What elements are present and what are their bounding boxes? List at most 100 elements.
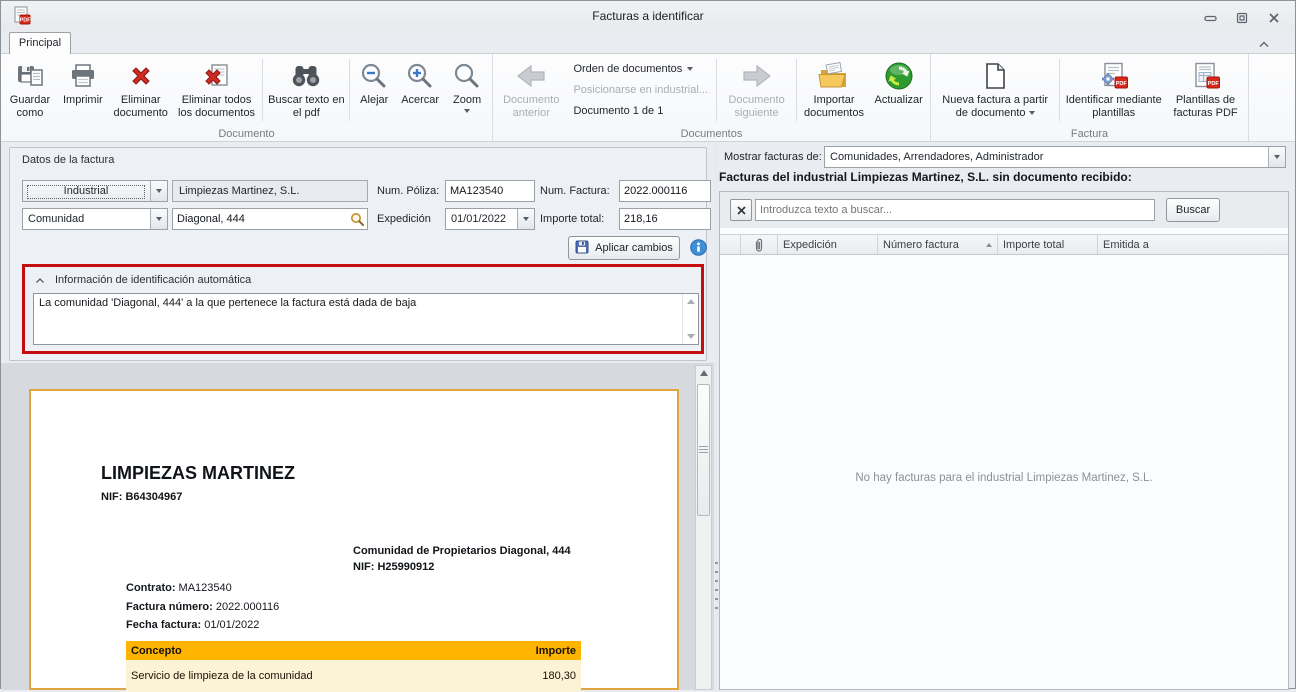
ribbon-group-documento: Guardar como Imprimir Eliminar documento… [1, 54, 493, 141]
section-title: Información de identificación automática [55, 274, 252, 286]
documento-siguiente-button[interactable]: Documento siguiente [719, 56, 793, 124]
save-as-icon [15, 58, 45, 94]
plantillas-pdf-button[interactable]: PDF Plantillas de facturas PDF [1165, 56, 1246, 124]
info-automatica-message-box[interactable]: La comunidad 'Diagonal, 444' a la que pe… [33, 293, 699, 345]
imprimir-button[interactable]: Imprimir [57, 56, 109, 124]
refresh-icon [883, 58, 915, 94]
expedicion-column-header[interactable]: Expedición [778, 235, 878, 254]
identificar-plantillas-button[interactable]: PDF Identificar mediante plantillas [1062, 56, 1165, 124]
datos-factura-groupbox: Datos de la factura Industrial Limpiezas… [9, 147, 711, 361]
num-poliza-input[interactable] [445, 180, 535, 202]
clear-x-icon [736, 205, 746, 215]
selector-label: Comunidad [28, 213, 85, 225]
app-window: PDF Facturas a identificar Principal Gua… [0, 0, 1296, 692]
mostrar-facturas-combobox[interactable]: Comunidades, Arrendadores, Administrador [824, 146, 1286, 168]
button-label: Eliminar documento [113, 94, 168, 119]
scrollbar-thumb[interactable] [697, 384, 710, 516]
num-factura-input[interactable] [619, 180, 711, 202]
grid-header-row: Expedición Número factura Importe total … [720, 234, 1288, 255]
comunidad-input[interactable] [173, 209, 349, 229]
buscar-button[interactable]: Buscar [1166, 198, 1220, 222]
industrial-selector[interactable]: Industrial [22, 180, 168, 202]
info-icon[interactable] [690, 239, 707, 259]
chevron-down-icon [156, 189, 162, 193]
toolbar-separator [262, 59, 264, 121]
concepto-header: Concepto [131, 644, 182, 657]
scroll-up-icon[interactable] [699, 370, 708, 376]
actualizar-button[interactable]: Actualizar [869, 56, 928, 124]
industrial-name-field: Limpiezas Martinez, S.L. [172, 180, 368, 202]
attachment-column-header[interactable] [741, 235, 778, 254]
importar-documentos-button[interactable]: Importar documentos [799, 56, 870, 124]
orden-documentos-dropdown[interactable]: Orden de documentos [573, 59, 708, 79]
column-label: Expedición [783, 238, 837, 251]
binoculars-icon [289, 58, 323, 94]
emitida-a-column-header[interactable]: Emitida a [1098, 235, 1290, 254]
invoice-client-nif: NIF: H25990912 [353, 561, 435, 573]
facturas-panel: Mostrar facturas de: Comunidades, Arrend… [719, 142, 1296, 690]
num-factura-label: Num. Factura: [540, 185, 610, 197]
search-input[interactable] [755, 199, 1155, 221]
ribbon-collapse-button[interactable] [1255, 37, 1273, 50]
acercar-button[interactable]: Acercar [396, 56, 444, 124]
dropdown-arrow-button[interactable] [1268, 147, 1285, 167]
groupbox-title: Datos de la factura [22, 154, 115, 166]
importe-total-input[interactable] [619, 208, 711, 230]
buscar-texto-button[interactable]: Buscar texto en el pdf [265, 56, 347, 124]
importe-total-column-header[interactable]: Importe total [998, 235, 1098, 254]
restore-button[interactable] [1231, 9, 1253, 27]
close-icon [1269, 13, 1279, 23]
documento-anterior-button[interactable]: Documento anterior [495, 56, 567, 124]
button-label: Nueva factura a partir de documento [942, 94, 1049, 119]
eliminar-todos-button[interactable]: Eliminar todos los documentos [173, 56, 261, 124]
alejar-button[interactable]: Alejar [352, 56, 396, 124]
ribbon-toolbar: Guardar como Imprimir Eliminar documento… [1, 53, 1295, 142]
guardar-como-button[interactable]: Guardar como [3, 56, 57, 124]
button-label: Eliminar todos los documentos [178, 94, 256, 119]
dropdown-arrow-button[interactable] [517, 209, 534, 229]
message-scrollbar[interactable] [682, 294, 698, 344]
preview-scrollbar[interactable] [695, 365, 712, 690]
dropdown-arrow-button[interactable] [150, 209, 167, 229]
tab-principal[interactable]: Principal [9, 32, 71, 54]
invoice-company-name: LIMPIEZAS MARTINEZ [101, 463, 295, 483]
invoice-client-name: Comunidad de Propietarios Diagonal, 444 [353, 545, 571, 557]
svg-text:PDF: PDF [1115, 81, 1127, 87]
clear-search-button[interactable] [730, 199, 752, 221]
minimize-button[interactable] [1199, 9, 1221, 27]
aplicar-cambios-button[interactable]: Aplicar cambios [568, 236, 680, 260]
contract-label: Contrato: [126, 582, 176, 594]
numero-factura-column-header[interactable]: Número factura [878, 235, 998, 254]
dropdown-arrow-button[interactable] [150, 181, 167, 201]
invoice-number-label: Factura número: [126, 600, 213, 613]
zoom-button[interactable]: Zoom [444, 56, 490, 124]
comunidad-selector[interactable]: Comunidad [22, 208, 168, 230]
facturas-heading: Facturas del industrial Limpiezas Martin… [719, 170, 1132, 184]
tab-strip: Principal [1, 31, 1295, 54]
combobox-value: Comunidades, Arrendadores, Administrador [830, 151, 1044, 163]
close-button[interactable] [1263, 9, 1285, 27]
search-lookup-icon[interactable] [350, 212, 365, 230]
invoice-page: LIMPIEZAS MARTINEZ NIF: B64304967 Comuni… [29, 389, 679, 692]
chevron-down-icon [464, 109, 471, 113]
thumb-grip [699, 446, 708, 454]
ribbon-group-factura: Nueva factura a partir de documento PDF … [931, 54, 1249, 141]
expedicion-date-picker[interactable]: 01/01/2022 [445, 208, 535, 230]
menu-label: Orden de documentos [573, 63, 683, 75]
invoice-contract-line: Contrato: MA123540 [126, 579, 279, 598]
collapse-chevron-icon [36, 277, 44, 283]
nueva-factura-button[interactable]: Nueva factura a partir de documento [933, 56, 1057, 124]
comunidad-search-field[interactable] [172, 208, 368, 230]
button-label: Acercar [401, 94, 440, 106]
counter-label: Documento 1 de 1 [573, 105, 664, 117]
button-label: Importar documentos [804, 94, 864, 119]
chevron-down-icon [1028, 111, 1035, 116]
eliminar-documento-button[interactable]: Eliminar documento [109, 56, 173, 124]
button-label: Actualizar [874, 94, 923, 106]
posicionarse-button[interactable]: Posicionarse en industrial... [573, 80, 708, 100]
pdf-preview-area: LIMPIEZAS MARTINEZ NIF: B64304967 Comuni… [1, 363, 714, 692]
zoom-in-icon [405, 58, 435, 94]
chevron-down-icon [687, 67, 694, 71]
invoice-concept-table: Concepto Importe Servicio de limpieza de… [126, 641, 581, 692]
info-automatica-header[interactable]: Información de identificación automática [25, 269, 251, 291]
